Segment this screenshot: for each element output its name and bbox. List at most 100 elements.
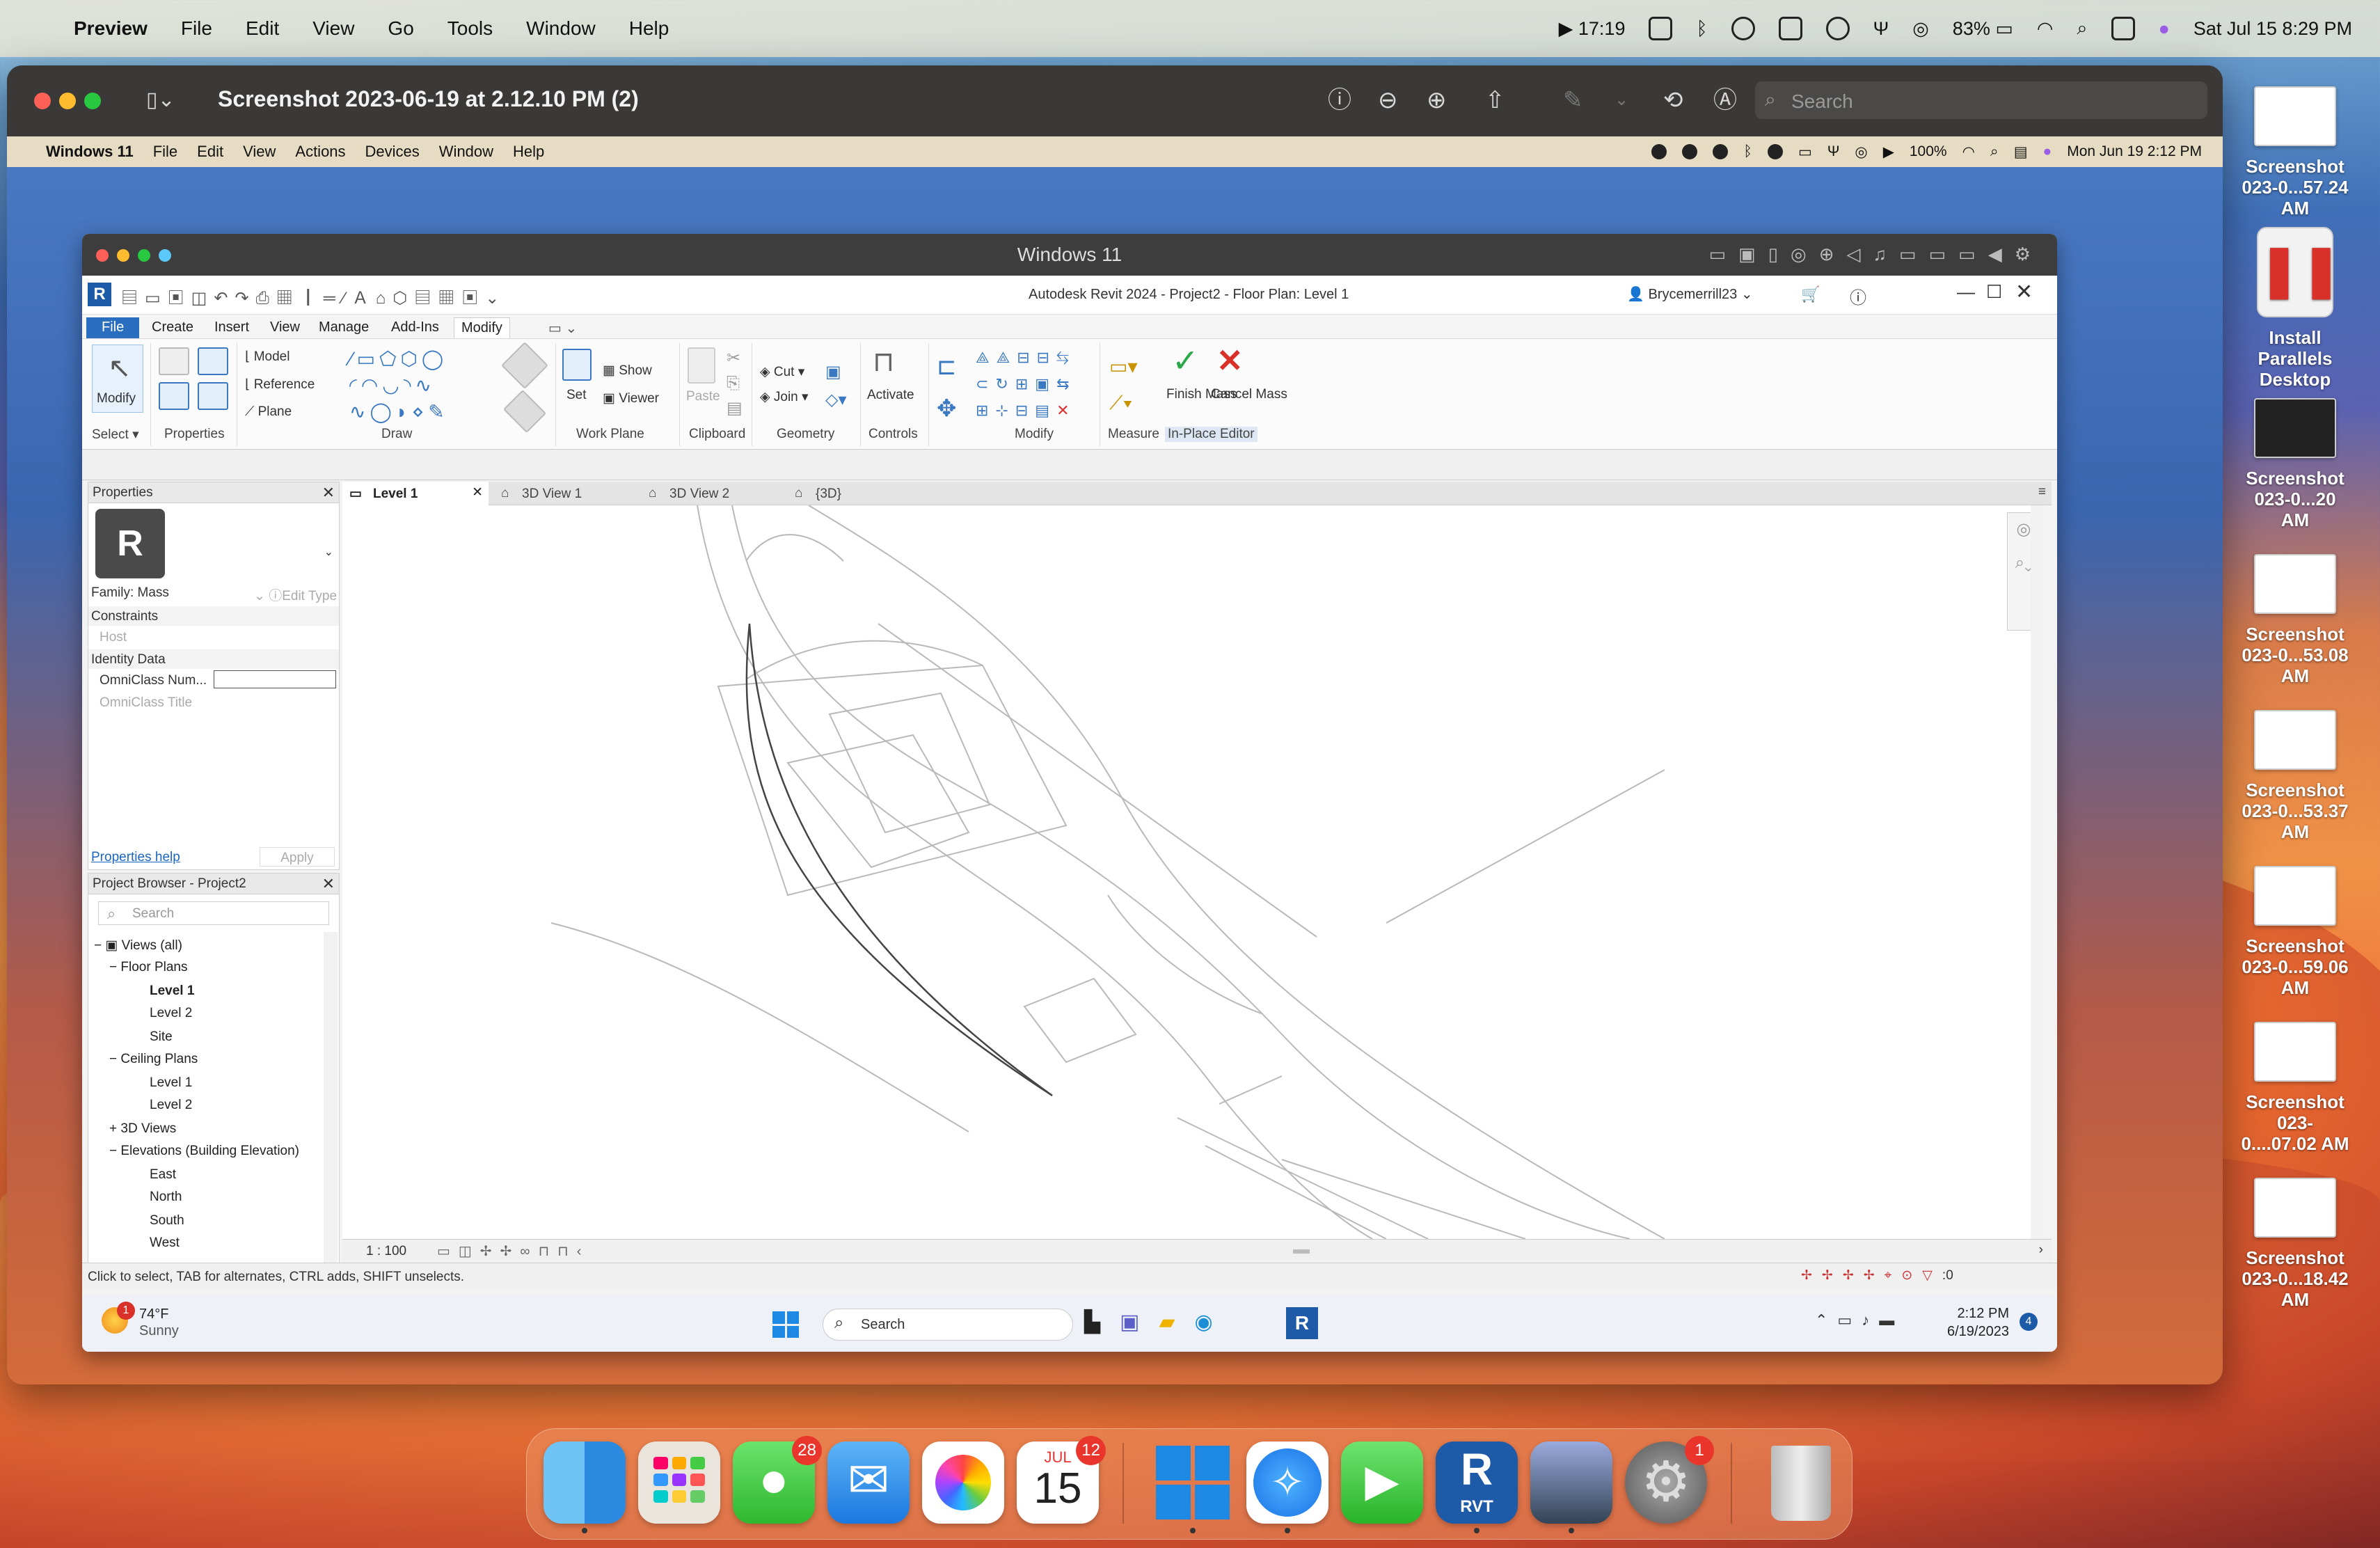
desktop-file-screenshot-2[interactable]: Screenshot 023-0...20 AM [2239, 398, 2351, 530]
messages-icon[interactable]: ● 28 [733, 1436, 822, 1524]
menu-help[interactable]: Help [629, 17, 669, 40]
facetime-icon[interactable]: ▶ [1341, 1442, 1423, 1524]
desktop-file-screenshot-3[interactable]: Screenshot 023-0...53.08 AM [2239, 554, 2351, 686]
file-thumbnail [2254, 86, 2336, 146]
zoom-in-icon[interactable]: ⊕ [1427, 88, 1447, 112]
info-icon[interactable]: ⓘ [1328, 88, 1351, 112]
tab-manage: Manage [319, 319, 370, 335]
guest-clock: Mon Jun 19 2:12 PM [2067, 143, 2202, 159]
menu-file[interactable]: File [181, 17, 212, 40]
desktop-file-screenshot-7[interactable]: Screenshot 023-0...18.42 AM [2239, 1178, 2351, 1310]
fork-icon[interactable]: Ψ [1873, 18, 1889, 40]
omniclass-title-label: OmniClass Title [100, 695, 193, 710]
desktop-file-install-parallels[interactable]: ❚❚ Install Parallels Desktop [2239, 227, 2351, 390]
safari-icon[interactable]: ✧ [1246, 1442, 1328, 1524]
menu-tools[interactable]: Tools [447, 17, 493, 40]
guest-menu-edit: Edit [197, 143, 224, 160]
menu-edit[interactable]: Edit [246, 17, 279, 40]
preview-window: ▯⌄ Screenshot 2023-06-19 at 2.12.10 PM (… [7, 65, 2223, 1384]
battery-status[interactable]: 83% ▭ [1953, 18, 2013, 40]
zoom-button[interactable] [84, 93, 101, 109]
paste-label: Paste [686, 389, 720, 404]
sidebar-toggle-icon[interactable]: ▯⌄ [146, 88, 175, 112]
control-center-icon: ▤ [2013, 143, 2028, 160]
bluetooth-icon[interactable]: ᛒ [1696, 18, 1707, 40]
shield-icon[interactable] [1825, 17, 1850, 40]
grammarly-icon[interactable] [1731, 17, 1755, 40]
launchpad-icon[interactable] [638, 1442, 720, 1524]
modify-tool: ↖ Modify [92, 345, 143, 413]
view-tabs: ▭ Level 1 ✕ ⌂ 3D View 1 ⌂ 3D View 2 ⌂ {3D} ≡ [342, 482, 2052, 505]
calendar-day: 15 [1033, 1464, 1082, 1513]
trash-icon[interactable] [1760, 1442, 1842, 1524]
revit-quick-access-toolbar: R ▤▭▣◫↶↷⎙▦┃═∕Ａ⌂⬡▤▦▣⌄ Autodesk Revit 2024… [82, 276, 2057, 315]
taskbar-search-input: ⌕ Search [823, 1309, 1073, 1341]
file-thumbnail [2254, 398, 2336, 458]
timer-status[interactable]: ▶ 17:19 [1559, 18, 1626, 40]
house-icon: ⌂ [795, 486, 803, 500]
measure-panel-label: Measure [1108, 427, 1159, 441]
desktop-file-screenshot-4[interactable]: Screenshot 023-0...53.37 AM [2239, 710, 2351, 842]
screenshot-content: Windows 11 File Edit View Actions Device… [7, 136, 2223, 1384]
vm-toolbar-icons: ▭▣▯◎⊕◁♫▭▭▭◀⚙ [1708, 244, 2043, 264]
system-tray-icons: ⌃▭♪▬ [1815, 1311, 1905, 1329]
modify-panel-label: Modify [1015, 427, 1054, 441]
tree-elevations: − Elevations (Building Elevation) [109, 1144, 300, 1158]
annotate-icon[interactable]: Ⓐ [1713, 88, 1737, 112]
desktop-file-screenshot-1[interactable]: Screenshot 023-0...57.24 AM [2239, 86, 2351, 219]
file-thumbnail [2254, 1022, 2336, 1082]
zoom-out-icon[interactable]: ⊖ [1378, 88, 1398, 112]
airdrop-icon[interactable]: ◎ [1912, 18, 1929, 40]
pick-lines-icon [501, 342, 548, 389]
desktop-file-screenshot-5[interactable]: Screenshot 023-0...59.06 AM [2239, 866, 2351, 998]
markup-icon[interactable]: ✎ [1563, 88, 1583, 112]
menu-view[interactable]: View [312, 17, 354, 40]
tab-view: View [270, 319, 300, 335]
wifi-icon[interactable]: ◠ [2037, 18, 2054, 40]
display-icon[interactable] [1778, 17, 1802, 40]
tree-views-all: − ▣ Views (all) [94, 938, 182, 953]
revit-dock-icon[interactable]: R RVT [1436, 1442, 1518, 1524]
mail-icon[interactable]: ✉ [827, 1442, 910, 1524]
checkmark-icon: ✓ [1172, 342, 1199, 379]
tab-addins: Add-Ins [391, 319, 439, 335]
taskbar-app-icons: ▙▣▰◉ [1084, 1311, 1232, 1334]
type-properties-icon [198, 347, 228, 375]
family-category-icon [198, 382, 228, 410]
status-icon [1651, 144, 1667, 159]
family-type-icon: R [95, 509, 165, 578]
desktop-file-screenshot-6[interactable]: Screenshot 023-0....07.02 AM [2239, 1022, 2351, 1154]
activate-label: Activate [867, 388, 914, 402]
share-icon[interactable]: ⇧ [1485, 88, 1505, 112]
calendar-icon[interactable]: JUL 15 12 [1017, 1436, 1106, 1524]
menu-app-name[interactable]: Preview [74, 17, 148, 40]
status-icon-1[interactable] [1649, 17, 1673, 40]
house-icon: ⌂ [501, 486, 509, 500]
rotate-icon[interactable]: ⟲ [1663, 88, 1683, 112]
scroll-right-icon: › [2038, 1242, 2043, 1257]
markup-chevron-icon[interactable]: ⌄ [1615, 88, 1628, 112]
mac-clock[interactable]: Sat Jul 15 8:29 PM [2193, 18, 2352, 40]
finder-icon[interactable] [544, 1442, 626, 1524]
menu-go[interactable]: Go [388, 17, 413, 40]
close-icon: ✕ [472, 485, 483, 500]
tree-ceiling-plans: − Ceiling Plans [109, 1052, 198, 1066]
spotlight-icon[interactable]: ⌕ [2077, 17, 2087, 40]
close-button[interactable] [34, 93, 51, 109]
file-thumbnail [2254, 1178, 2336, 1238]
photos-icon[interactable] [922, 1442, 1004, 1524]
family-label: Family: Mass [91, 585, 169, 600]
preview-app-icon[interactable] [1530, 1442, 1612, 1524]
preview-search-input[interactable]: ⌕ Search [1755, 81, 2207, 119]
minimize-button[interactable] [59, 93, 76, 109]
revit-taskbar-icon: R [1286, 1307, 1318, 1339]
menu-window[interactable]: Window [526, 17, 596, 40]
siri-icon[interactable]: ● [2159, 18, 2170, 40]
tree-floor-plans: − Floor Plans [109, 960, 188, 974]
status-icon [1713, 144, 1729, 159]
windows11-app-icon[interactable] [1152, 1442, 1234, 1524]
horizontal-scroll-thumb [1293, 1249, 1310, 1254]
control-center-icon[interactable] [2111, 17, 2135, 40]
properties-icon [159, 347, 189, 375]
system-settings-icon[interactable]: ⚙ 1 [1625, 1436, 1714, 1524]
